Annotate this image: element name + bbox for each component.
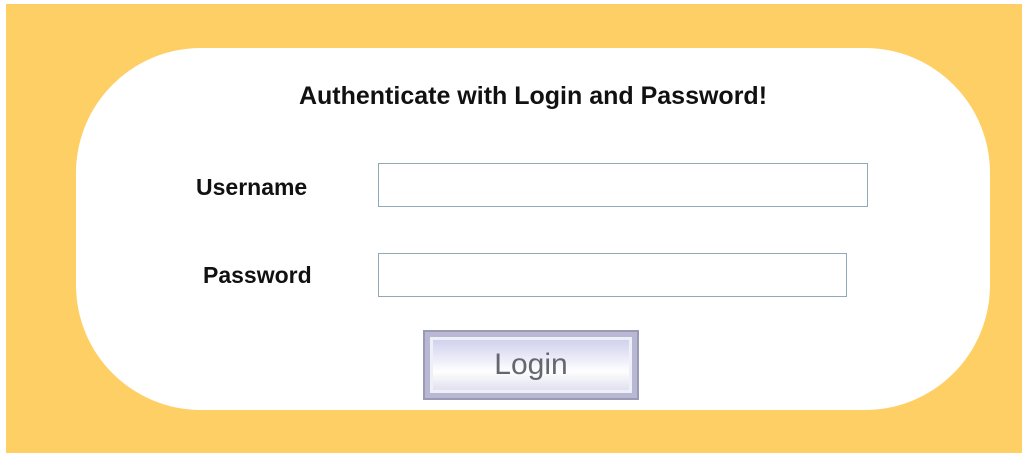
password-label: Password [203,262,312,288]
username-label: Username [196,174,308,200]
login-button[interactable]: Login [423,330,639,400]
login-background: Authenticate with Login and Password! Us… [6,4,1022,453]
login-title: Authenticate with Login and Password! [298,82,768,110]
login-panel: Authenticate with Login and Password! Us… [76,48,990,410]
username-input[interactable] [378,163,868,207]
password-input[interactable] [378,253,847,297]
